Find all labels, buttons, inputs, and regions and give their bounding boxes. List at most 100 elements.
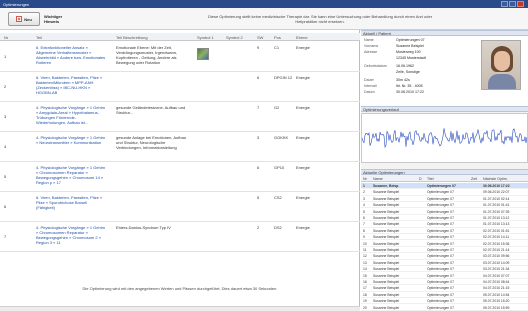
patient-field: 12345 Musterstadt <box>396 56 426 60</box>
list-item[interactable]: 11 Susanne Beispiel Optimierungen 07 02.07.… <box>361 247 528 254</box>
col-d[interactable]: D <box>419 177 422 181</box>
list-cell-titel: Optimierungen 07 <box>427 273 454 278</box>
list-cell-next: 05.07.2010 15:59 <box>483 305 510 310</box>
list-cell-name: Susanne Beispiel <box>373 209 400 214</box>
list-item[interactable]: 1 Susanne, Beisp. Optimierungen 07 30.06.20… <box>361 183 528 190</box>
col-nr[interactable]: Nr <box>4 35 8 40</box>
window-title: Optimierungen <box>3 1 30 7</box>
list-item[interactable]: 16 Susanne Beispiel Optimierungen 07 04.07.… <box>361 279 528 286</box>
list-item[interactable]: 3 Susanne Beispiel Optimierungen 07 01.07.2… <box>361 196 528 202</box>
list-cell-nr: 19 <box>363 299 367 304</box>
list-cell-name: Susanne Beispiel <box>373 216 400 220</box>
list-cell-nr: 13 <box>363 260 367 265</box>
list-item[interactable]: 17 Susanne Beispiel Optimierungen 07 04.07.… <box>361 285 528 292</box>
list-item[interactable]: 19 Susanne Beispiel Optimierungen 07 05.07.… <box>361 298 528 305</box>
list-cell-nr: 11 <box>363 248 367 252</box>
list-cell-name: Susanne Beispiel <box>373 235 400 240</box>
list-cell-titel: Optimierungen 07 <box>427 216 454 220</box>
maximize-button[interactable] <box>509 1 516 7</box>
row-sw: 5 <box>257 195 260 200</box>
new-button[interactable]: Neu <box>8 12 40 26</box>
list-cell-name: Susanne Beispiel <box>373 267 400 272</box>
list-cell-titel: Optimierungen 07 <box>427 222 454 227</box>
list-item[interactable]: 5 Susanne Beispiel Optimierungen 07 01.07.2… <box>361 209 528 215</box>
table-row[interactable]: 4 4. Physiologische Vorgänge » 1 Gehirn … <box>0 132 360 162</box>
horizontal-scrollbar[interactable] <box>0 306 360 311</box>
list-cell-nr: 17 <box>363 286 367 291</box>
list-cell-titel: Optimierungen 07 <box>427 196 454 201</box>
list-cell-nr: 9 <box>363 235 365 240</box>
row-sw: 3 <box>257 135 260 140</box>
list-cell-nr: 16 <box>363 280 367 284</box>
list-item[interactable]: 9 Susanne Beispiel Optimierungen 07 02.07.2… <box>361 234 528 241</box>
row-pos: CS2 <box>274 195 282 200</box>
list-item[interactable]: 14 Susanne Beispiel Optimierungen 07 03.07.… <box>361 266 528 273</box>
col-symbol-2[interactable]: Symbol 2 <box>226 35 243 40</box>
list-cell-nr: 7 <box>363 222 365 227</box>
col-teil[interactable]: Teil <box>36 35 42 40</box>
optimizations-list: Nr Name D Titel Zeit Nächste Optim. 1 Sus… <box>361 176 528 311</box>
list-item[interactable]: 2 Susanne Beispiel Optimierungen 07 09.06.2… <box>361 189 528 196</box>
table-row[interactable]: 5 4. Physiologische Vorgänge » 1 Gehirn … <box>0 162 360 192</box>
table-header: Nr Teil Teil Beschreibung Symbol 1 Symbo… <box>0 33 360 41</box>
list-cell-titel: Optimierungen 07 <box>427 235 454 240</box>
new-button-label: Neu <box>24 16 32 22</box>
col-ebene[interactable]: Ebene <box>296 35 308 40</box>
table-body: 1 6. Extrafunktioneller Ansatz » Allgeme… <box>0 42 360 252</box>
table-row[interactable]: 2 6. Viren, Bakterien, Parasiten, Pilze … <box>0 72 360 102</box>
list-cell-name: Susanne Beispiel <box>373 196 400 201</box>
table-row[interactable]: 6 6. Viren, Bakterien, Parasiten, Pilze … <box>0 192 360 222</box>
list-cell-next: 04.07.2010 08:44 <box>483 280 510 284</box>
list-cell-name: Susanne Beispiel <box>373 299 400 304</box>
col-zeit[interactable]: Zeit <box>471 177 477 181</box>
list-cell-name: Susanne, Beisp. <box>373 184 400 188</box>
list-cell-next: 01.07.2010 01:41 <box>483 203 510 208</box>
list-item[interactable]: 20 Susanne Beispiel Optimierungen 07 05.07.… <box>361 305 528 311</box>
list-cell-next: 01.07.2010 13:13 <box>483 222 510 227</box>
list-cell-titel: Optimierungen 07 <box>427 292 454 297</box>
table-row[interactable]: 7 4. Physiologische Vorgänge » 1 Gehirn … <box>0 222 360 252</box>
col-name[interactable]: Name <box>373 177 383 181</box>
list-item[interactable]: 13 Susanne Beispiel Optimierungen 07 03.07.… <box>361 260 528 266</box>
list-item[interactable]: 10 Susanne Beispiel Optimierungen 07 02.07.… <box>361 241 528 247</box>
list-item[interactable]: 12 Susanne Beispiel Optimierungen 07 03.07.… <box>361 253 528 260</box>
list-item[interactable]: 4 Susanne Beispiel Optimierungen 07 01.07.2… <box>361 202 528 209</box>
list-cell-next: 02.07.2010 21:14 <box>483 248 510 252</box>
row-nr: 7 <box>4 234 7 239</box>
row-nr: 2 <box>4 84 7 89</box>
table-row[interactable]: 1 6. Extrafunktioneller Ansatz » Allgeme… <box>0 42 360 72</box>
col-beschreibung[interactable]: Teil Beschreibung <box>116 35 148 40</box>
table-row[interactable]: 3 4. Physiologische Vorgänge » 1 Gehirn … <box>0 102 360 132</box>
waveform-panel-header: Optimierungsverlauf <box>361 106 528 112</box>
list-item[interactable]: 18 Susanne Beispiel Optimierungen 07 05.07.… <box>361 292 528 298</box>
row-sw: 6 <box>257 165 260 170</box>
col-pos[interactable]: Pos <box>274 35 281 40</box>
row-pos: GP10 <box>274 165 285 170</box>
close-button[interactable] <box>517 1 524 7</box>
list-item[interactable]: 7 Susanne Beispiel Optimierungen 07 01.07.2… <box>361 221 528 228</box>
col-titel[interactable]: Titel <box>427 177 434 181</box>
list-cell-nr: 10 <box>363 241 367 246</box>
col-symbol-1[interactable]: Symbol 1 <box>197 35 214 40</box>
list-cell-next: 04.07.2010 21:15 <box>483 286 510 291</box>
list-item[interactable]: 6 Susanne Beispiel Optimierungen 07 01.07.2… <box>361 215 528 222</box>
list-item[interactable]: 15 Susanne Beispiel Optimierungen 07 04.07.… <box>361 273 528 279</box>
row-description: Emotionale Ebene: Mit der Zeit, Verdräng… <box>116 45 178 65</box>
list-cell-next: 03.07.2010 09:56 <box>483 254 510 259</box>
list-cell-titel: Optimierungen 07 <box>427 228 454 233</box>
list-cell-titel: Optimierungen 07 <box>427 241 454 246</box>
list-cell-name: Susanne Beispiel <box>373 203 400 208</box>
minimize-button[interactable] <box>501 1 508 7</box>
row-ebene: Energie <box>296 105 310 110</box>
col-next[interactable]: Nächste Optim. <box>483 177 508 181</box>
list-cell-titel: Optimierungen 07 <box>427 260 454 265</box>
col-sw[interactable]: SW <box>257 35 263 40</box>
list-cell-nr: 14 <box>363 267 367 272</box>
list-cell-titel: Optimierungen 07 <box>427 280 454 284</box>
important-notice[interactable]: Wichtiger Hinweis <box>44 14 74 24</box>
list-cell-next: 01.07.2010 02:14 <box>483 196 510 201</box>
list-cell-titel: Optimierungen 07 <box>427 190 454 195</box>
col-nr[interactable]: Nr <box>363 177 367 181</box>
row-description: gesunde Anlage bei Emotionen, Aufbau und… <box>116 135 187 150</box>
list-item[interactable]: 8 Susanne Beispiel Optimierungen 07 02.07.2… <box>361 228 528 234</box>
